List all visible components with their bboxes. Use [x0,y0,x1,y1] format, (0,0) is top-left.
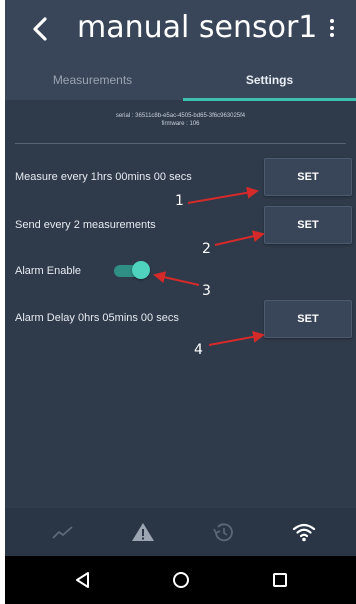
phone-screen: manual sensor1 Measurements Settings ser… [5,0,356,604]
annotation-arrow-3 [153,271,200,286]
bottom-navigation [5,508,356,556]
annotation-number-1: 1 [175,193,184,209]
tab-settings[interactable]: Settings [183,70,356,96]
alarm-enable-label: Alarm Enable [15,265,82,277]
annotation-arrow-2 [214,230,265,246]
annotation-arrow-4 [208,330,265,346]
active-tab-indicator [183,98,356,101]
wifi-icon[interactable] [291,520,317,544]
send-every-set-button[interactable]: SET [264,206,352,244]
annotation-arrow-1 [187,186,259,204]
divider [15,143,346,144]
alarm-enable-toggle[interactable] [112,261,150,279]
annotation-number-4: 4 [194,342,203,358]
more-vert-icon[interactable] [327,19,337,41]
send-every-label: Send every 2 measurements [15,219,156,231]
firmware-text: firmware : 106 [161,121,200,127]
warning-icon[interactable] [130,520,156,544]
alarm-delay-set-button[interactable]: SET [264,300,352,338]
back-triangle-icon[interactable] [73,570,93,590]
serial-text: serial : 36511c8b-e5ac-4505-bd65-3f6c963… [115,113,246,119]
device-info: serial : 36511c8b-e5ac-4505-bd65-3f6c963… [5,112,356,128]
annotation-number-3: 3 [202,283,211,299]
measure-every-set-button[interactable]: SET [264,158,352,196]
system-navigation-bar [5,556,356,604]
home-circle-icon[interactable] [171,570,191,590]
alarm-delay-label: Alarm Delay 0hrs 05mins 00 secs [15,312,179,324]
history-icon[interactable] [211,520,237,544]
recents-square-icon[interactable] [270,570,290,590]
toggle-knob [132,261,150,279]
tab-measurements[interactable]: Measurements [5,70,180,96]
back-arrow-icon[interactable] [25,12,59,46]
annotation-number-2: 2 [202,241,211,257]
page-title: manual sensor1 [77,10,318,45]
measure-every-label: Measure every 1hrs 00mins 00 secs [15,171,192,183]
app-header: manual sensor1 Measurements Settings [5,0,356,101]
chart-icon[interactable] [50,520,76,544]
